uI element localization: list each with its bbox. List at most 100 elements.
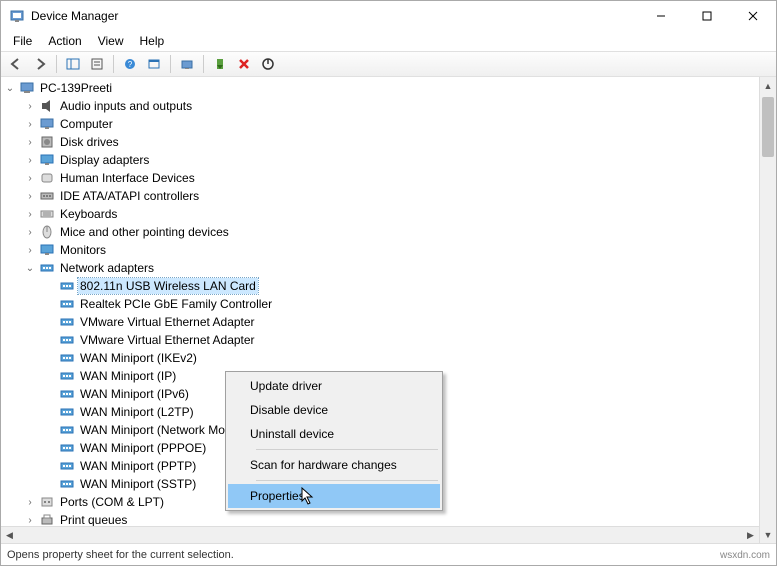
tree-device[interactable]: VMware Virtual Ethernet Adapter [1, 313, 759, 331]
network-adapter-icon [59, 350, 75, 366]
category-label: Network adapters [58, 260, 156, 276]
expand-icon[interactable]: › [23, 497, 37, 508]
toolbar-separator [113, 55, 114, 73]
scroll-left-icon[interactable]: ◀ [1, 530, 18, 541]
ctx-disable-device[interactable]: Disable device [228, 398, 440, 422]
menu-action[interactable]: Action [40, 32, 89, 50]
category-label: Print queues [58, 512, 129, 526]
ctx-uninstall-device[interactable]: Uninstall device [228, 422, 440, 446]
ctx-scan-hardware[interactable]: Scan for hardware changes [228, 453, 440, 477]
show-hide-tree-button[interactable] [62, 53, 84, 75]
device-label: WAN Miniport (L2TP) [78, 404, 196, 420]
help-toolbar-button[interactable]: ? [119, 53, 141, 75]
ctx-update-driver[interactable]: Update driver [228, 374, 440, 398]
tree-category[interactable]: › Keyboards [1, 205, 759, 223]
device-label: WAN Miniport (IKEv2) [78, 350, 199, 366]
tree-category[interactable]: ›Monitors [1, 241, 759, 259]
tree-root[interactable]: ⌄ PC-139Preeti [1, 79, 759, 97]
tree-category[interactable]: › Computer [1, 115, 759, 133]
scroll-right-icon[interactable]: ▶ [742, 530, 759, 541]
hid-icon [39, 170, 55, 186]
expand-icon[interactable]: › [23, 101, 37, 112]
category-label: Mice and other pointing devices [58, 224, 231, 240]
tree-category[interactable]: › Print queues [1, 511, 759, 526]
tree-category[interactable]: › Mice and other pointing devices [1, 223, 759, 241]
category-label: Keyboards [58, 206, 119, 222]
close-button[interactable] [730, 1, 776, 31]
audio-icon [39, 98, 55, 114]
menu-help[interactable]: Help [132, 32, 173, 50]
network-adapter-icon [59, 278, 75, 294]
tree-area: ⌄ PC-139Preeti › Audio inputs and outputs… [1, 77, 776, 543]
expand-icon[interactable]: › [23, 227, 37, 238]
tree-device[interactable]: Realtek PCIe GbE Family Controller [1, 295, 759, 313]
disable-button[interactable] [257, 53, 279, 75]
forward-button[interactable] [29, 53, 51, 75]
tree-category[interactable]: › Disk drives [1, 133, 759, 151]
network-icon [39, 260, 55, 276]
toolbar-separator [170, 55, 171, 73]
tree-category[interactable]: ›IDE ATA/ATAPI controllers [1, 187, 759, 205]
device-label: Realtek PCIe GbE Family Controller [78, 296, 274, 312]
tree-category[interactable]: › Audio inputs and outputs [1, 97, 759, 115]
expand-icon[interactable]: › [23, 191, 37, 202]
device-label: WAN Miniport (SSTP) [78, 476, 198, 492]
tree-device[interactable]: 802.11n USB Wireless LAN Card [1, 277, 759, 295]
properties-toolbar-button[interactable] [86, 53, 108, 75]
category-label: Display adapters [58, 152, 151, 168]
tree-device[interactable]: VMware Virtual Ethernet Adapter [1, 331, 759, 349]
scan-hardware-button[interactable] [176, 53, 198, 75]
network-adapter-icon [59, 332, 75, 348]
expand-icon[interactable]: › [23, 173, 37, 184]
action-toolbar-button[interactable] [143, 53, 165, 75]
menu-view[interactable]: View [90, 32, 132, 50]
menubar: File Action View Help [1, 31, 776, 51]
tree-root-label: PC-139Preeti [38, 80, 114, 96]
tree-category[interactable]: › Human Interface Devices [1, 169, 759, 187]
device-label: VMware Virtual Ethernet Adapter [78, 332, 257, 348]
window-title: Device Manager [31, 9, 638, 23]
scroll-down-icon[interactable]: ▼ [760, 526, 776, 543]
network-adapter-icon [59, 440, 75, 456]
collapse-icon[interactable]: ⌄ [23, 263, 37, 274]
collapse-icon[interactable]: ⌄ [3, 83, 17, 94]
network-adapter-icon [59, 386, 75, 402]
back-button[interactable] [5, 53, 27, 75]
status-text: Opens property sheet for the current sel… [7, 549, 234, 561]
device-label: 802.11n USB Wireless LAN Card [78, 278, 258, 294]
ide-icon [39, 188, 55, 204]
context-menu: Update driver Disable device Uninstall d… [225, 371, 443, 511]
expand-icon[interactable]: › [23, 137, 37, 148]
expand-icon[interactable]: › [23, 515, 37, 526]
expand-icon[interactable]: › [23, 155, 37, 166]
category-label: Computer [58, 116, 115, 132]
tree-category-network[interactable]: ⌄ Network adapters [1, 259, 759, 277]
ctx-properties[interactable]: Properties [228, 484, 440, 508]
mouse-icon [39, 224, 55, 240]
scroll-up-icon[interactable]: ▲ [760, 77, 776, 94]
expand-icon[interactable]: › [23, 245, 37, 256]
window-controls [638, 1, 776, 31]
maximize-button[interactable] [684, 1, 730, 31]
ctx-separator [256, 480, 438, 481]
minimize-button[interactable] [638, 1, 684, 31]
expand-icon[interactable]: › [23, 209, 37, 220]
statusbar: Opens property sheet for the current sel… [1, 543, 776, 565]
category-label: Disk drives [58, 134, 121, 150]
scroll-thumb[interactable] [762, 97, 774, 157]
update-driver-button[interactable] [209, 53, 231, 75]
menu-file[interactable]: File [5, 32, 40, 50]
horizontal-scrollbar[interactable]: ◀ ▶ [1, 526, 759, 543]
tree-category[interactable]: › Display adapters [1, 151, 759, 169]
device-label: VMware Virtual Ethernet Adapter [78, 314, 257, 330]
uninstall-button[interactable] [233, 53, 255, 75]
tree-device[interactable]: WAN Miniport (IKEv2) [1, 349, 759, 367]
app-icon [9, 8, 25, 24]
category-label: Human Interface Devices [58, 170, 197, 186]
toolbar-separator [56, 55, 57, 73]
toolbar-separator [203, 55, 204, 73]
category-label: Audio inputs and outputs [58, 98, 194, 114]
network-adapter-icon [59, 458, 75, 474]
expand-icon[interactable]: › [23, 119, 37, 130]
vertical-scrollbar[interactable]: ▲ ▼ [759, 77, 776, 543]
